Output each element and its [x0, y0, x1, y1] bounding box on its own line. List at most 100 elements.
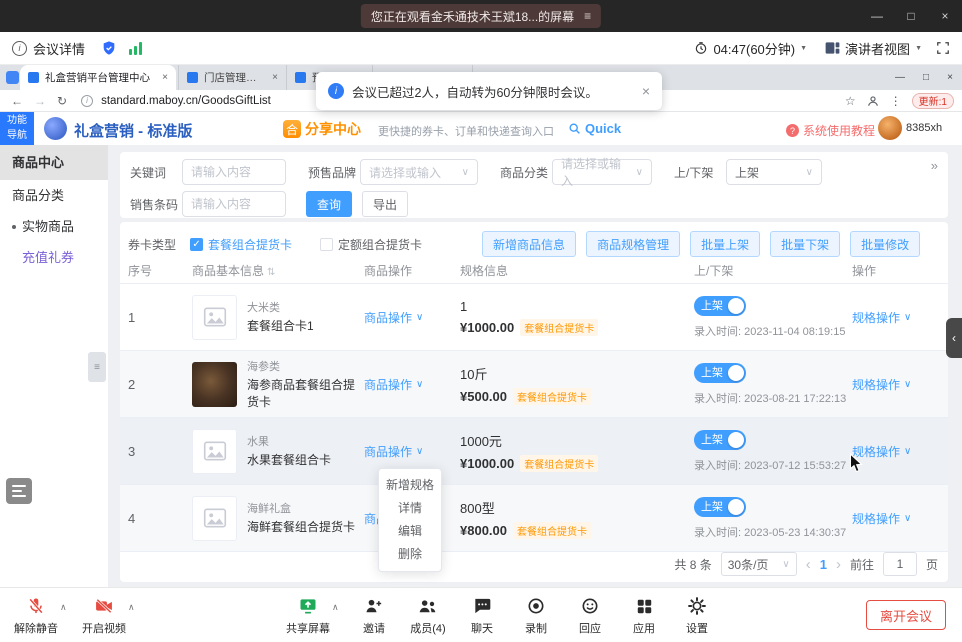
- invite-button[interactable]: 邀请: [344, 595, 404, 636]
- url-text[interactable]: standard.maboy.cn/GoodsGiftList: [101, 95, 271, 107]
- apps-button[interactable]: 应用: [614, 595, 674, 636]
- checkbox-fixed-card-label[interactable]: 定额组合提货卡: [338, 236, 422, 253]
- banner-menu-icon[interactable]: ≡: [584, 9, 591, 23]
- members-button[interactable]: 成员(4): [398, 595, 458, 636]
- spec-op-link[interactable]: 规格操作∨: [852, 510, 911, 527]
- timer-caret-icon[interactable]: ▼: [800, 45, 807, 52]
- sidebar-item-category[interactable]: 商品分类: [0, 180, 108, 211]
- chat-button[interactable]: 聊天: [452, 595, 512, 636]
- spec-op-link[interactable]: 规格操作∨: [852, 376, 911, 393]
- export-button[interactable]: 导出: [362, 191, 408, 217]
- user-avatar[interactable]: [878, 116, 902, 140]
- keyword-input[interactable]: [182, 159, 286, 185]
- brand-select[interactable]: 请选择或输入 ∨: [360, 159, 478, 185]
- next-page-icon[interactable]: ›: [836, 556, 841, 573]
- sidebar-collapse-handle[interactable]: ≡: [88, 352, 106, 382]
- function-nav-toggle[interactable]: 功能导航: [0, 112, 34, 145]
- view-mode-selector[interactable]: 演讲者视图: [845, 39, 910, 58]
- tab-close-icon[interactable]: ×: [162, 72, 168, 83]
- close-button[interactable]: ×: [928, 0, 962, 32]
- shelf-toggle[interactable]: 上架: [694, 363, 746, 383]
- browser-close-button[interactable]: ×: [947, 72, 953, 83]
- start-video-button[interactable]: 开启视频: [74, 595, 134, 636]
- leave-meeting-button[interactable]: 离开会议: [866, 600, 946, 630]
- unmute-button[interactable]: 解除静音: [6, 595, 66, 636]
- site-info-icon[interactable]: i: [81, 95, 93, 107]
- quick-search-link[interactable]: Quick: [568, 121, 621, 136]
- collapse-filters-icon[interactable]: »: [931, 158, 938, 173]
- spec-op-link[interactable]: 规格操作∨: [852, 443, 911, 460]
- category-select[interactable]: 请选择或输入 ∨: [552, 159, 652, 185]
- share-center-link[interactable]: 合 分享中心: [283, 119, 361, 139]
- shelf-select[interactable]: 上架 ∨: [726, 159, 822, 185]
- spec-manage-button[interactable]: 商品规格管理: [586, 231, 680, 257]
- batch-on-shelf-button[interactable]: 批量上架: [690, 231, 760, 257]
- table-row[interactable]: 3 水果水果套餐组合卡 商品操作∨ 1000元 ¥1000.00套餐组合提货卡 …: [120, 418, 948, 485]
- tutorial-link[interactable]: ? 系统使用教程: [786, 122, 875, 139]
- prev-page-icon[interactable]: ‹: [806, 556, 811, 573]
- record-button[interactable]: 录制: [506, 595, 566, 636]
- spec-op-link[interactable]: 规格操作∨: [852, 309, 911, 326]
- more-menu-icon[interactable]: ⋮: [890, 94, 902, 108]
- menu-item-detail[interactable]: 详情: [379, 497, 441, 520]
- batch-off-shelf-button[interactable]: 批量下架: [770, 231, 840, 257]
- goto-page-input[interactable]: [883, 552, 917, 576]
- product-op-link[interactable]: 商品操作∨: [364, 443, 423, 460]
- browser-maximize-button[interactable]: □: [923, 72, 929, 83]
- back-icon[interactable]: ←: [11, 94, 23, 108]
- react-button[interactable]: 回应: [560, 595, 620, 636]
- browser-tab-active[interactable]: 礼盒营销平台管理中心 ×: [20, 65, 176, 90]
- toast-close-icon[interactable]: ×: [642, 83, 650, 99]
- checkbox-package-card-label[interactable]: 套餐组合提货卡: [208, 236, 292, 253]
- shelf-toggle[interactable]: 上架: [694, 497, 746, 517]
- checkbox-fixed-card[interactable]: [320, 238, 333, 251]
- page-size-select[interactable]: 30条/页 ∨: [721, 552, 797, 576]
- tab-close-icon[interactable]: ×: [272, 72, 278, 83]
- shelf-toggle[interactable]: 上架: [694, 296, 746, 316]
- settings-button[interactable]: 设置: [667, 595, 727, 636]
- batch-edit-button[interactable]: 批量修改: [850, 231, 920, 257]
- mic-options-caret-icon[interactable]: ∧: [60, 602, 67, 613]
- reload-icon[interactable]: ↻: [57, 94, 67, 108]
- share-screen-button[interactable]: 共享屏幕: [278, 595, 338, 636]
- add-product-button[interactable]: 新增商品信息: [482, 231, 576, 257]
- shelf-toggle[interactable]: 上架: [694, 430, 746, 450]
- barcode-input[interactable]: [182, 191, 286, 217]
- menu-item-edit[interactable]: 编辑: [379, 520, 441, 543]
- current-page[interactable]: 1: [820, 557, 827, 572]
- toggle-knob: [728, 499, 744, 515]
- browser-minimize-button[interactable]: —: [895, 72, 905, 83]
- forward-icon[interactable]: →: [34, 94, 46, 108]
- fullscreen-icon[interactable]: [936, 41, 950, 55]
- video-options-caret-icon[interactable]: ∧: [128, 602, 135, 613]
- menu-item-add-spec[interactable]: 新增规格: [379, 474, 441, 497]
- meeting-info-icon[interactable]: i: [12, 41, 27, 56]
- sidebar-item-physical[interactable]: 实物商品: [0, 211, 108, 242]
- meeting-timer[interactable]: 04:47(60分钟): [713, 39, 795, 58]
- browser-update-chip[interactable]: 更新:1: [912, 93, 954, 109]
- profile-icon[interactable]: [866, 94, 880, 108]
- browser-logo-icon[interactable]: [6, 71, 19, 84]
- maximize-button[interactable]: □: [894, 0, 928, 32]
- table-row[interactable]: 4 海鲜礼盒海鲜套餐组合提货卡 商品操作∨ 800型 ¥800.00套餐组合提货…: [120, 485, 948, 552]
- security-shield-icon[interactable]: [101, 40, 117, 56]
- browser-tab[interactable]: 门店管理中心 ×: [178, 65, 286, 90]
- sort-icon[interactable]: ⇅: [267, 267, 275, 278]
- share-options-caret-icon[interactable]: ∧: [332, 602, 339, 613]
- checkbox-package-card[interactable]: ✓: [190, 238, 203, 251]
- meeting-details-link[interactable]: 会议详情: [33, 39, 85, 58]
- search-button[interactable]: 查询: [306, 191, 352, 217]
- sidebar-section-product-center[interactable]: 商品中心: [0, 145, 108, 180]
- product-op-link[interactable]: 商品操作∨: [364, 309, 423, 326]
- annotation-tools-button[interactable]: [6, 478, 32, 504]
- network-signal-icon[interactable]: [129, 42, 142, 55]
- bookmark-star-icon[interactable]: ☆: [845, 94, 856, 108]
- sidebar-item-voucher[interactable]: 充值礼券: [0, 242, 108, 273]
- menu-item-delete[interactable]: 删除: [379, 543, 441, 566]
- product-op-link[interactable]: 商品操作∨: [364, 376, 423, 393]
- panel-expand-tab[interactable]: ‹: [946, 318, 962, 358]
- minimize-button[interactable]: —: [860, 0, 894, 32]
- table-row[interactable]: 2 海参类海参商品套餐组合提货卡 商品操作∨ 10斤 ¥500.00套餐组合提货…: [120, 351, 948, 418]
- view-mode-caret-icon[interactable]: ▼: [915, 45, 922, 52]
- table-row[interactable]: 1 大米类套餐组合卡1 商品操作∨ 1 ¥1000.00套餐组合提货卡 上架 录…: [120, 284, 948, 351]
